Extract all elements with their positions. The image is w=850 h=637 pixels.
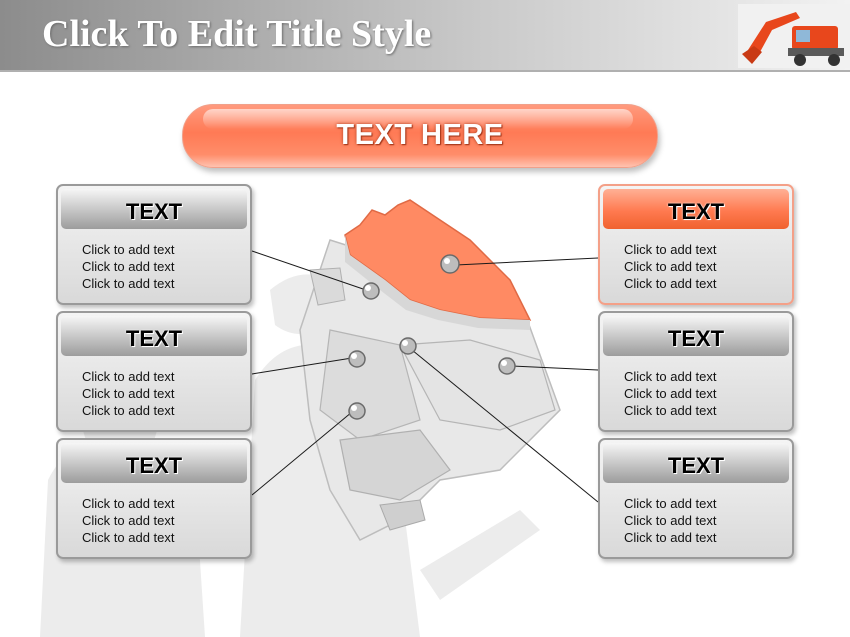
box-header: TEXT [603, 443, 789, 483]
box-body[interactable]: Click to add text Click to add text Clic… [624, 368, 717, 419]
box-header: TEXT [603, 189, 789, 229]
text-line: Click to add text [624, 369, 717, 384]
text-box-left-1[interactable]: TEXT Click to add text Click to add text… [56, 184, 252, 305]
box-body[interactable]: Click to add text Click to add text Clic… [82, 495, 175, 546]
text-box-right-2[interactable]: TEXT Click to add text Click to add text… [598, 311, 794, 432]
text-line: Click to add text [82, 259, 175, 274]
box-header: TEXT [61, 189, 247, 229]
text-line: Click to add text [624, 530, 717, 545]
text-line: Click to add text [624, 496, 717, 511]
box-title: TEXT [125, 199, 183, 224]
box-header: TEXT [61, 316, 247, 356]
box-body[interactable]: Click to add text Click to add text Clic… [624, 241, 717, 292]
box-body[interactable]: Click to add text Click to add text Clic… [624, 495, 717, 546]
box-body[interactable]: Click to add text Click to add text Clic… [82, 368, 175, 419]
box-title: TEXT [667, 453, 725, 478]
text-line: Click to add text [82, 496, 175, 511]
box-title: TEXT [125, 326, 183, 351]
text-box-right-1[interactable]: TEXT Click to add text Click to add text… [598, 184, 794, 305]
box-header: TEXT [603, 316, 789, 356]
box-title: TEXT [667, 326, 725, 351]
text-line: Click to add text [82, 369, 175, 384]
text-line: Click to add text [624, 276, 717, 291]
text-line: Click to add text [82, 530, 175, 545]
text-line: Click to add text [82, 242, 175, 257]
text-line: Click to add text [82, 386, 175, 401]
map-shape [299, 199, 561, 541]
text-box-left-2[interactable]: TEXT Click to add text Click to add text… [56, 311, 252, 432]
text-box-right-3[interactable]: TEXT Click to add text Click to add text… [598, 438, 794, 559]
box-title: TEXT [667, 199, 725, 224]
text-line: Click to add text [82, 513, 175, 528]
box-title: TEXT [125, 453, 183, 478]
text-line: Click to add text [624, 242, 717, 257]
box-body[interactable]: Click to add text Click to add text Clic… [82, 241, 175, 292]
text-line: Click to add text [624, 513, 717, 528]
text-line: Click to add text [82, 276, 175, 291]
text-box-left-3[interactable]: TEXT Click to add text Click to add text… [56, 438, 252, 559]
text-line: Click to add text [624, 386, 717, 401]
text-line: Click to add text [82, 403, 175, 418]
box-header: TEXT [61, 443, 247, 483]
text-line: Click to add text [624, 259, 717, 274]
text-line: Click to add text [624, 403, 717, 418]
